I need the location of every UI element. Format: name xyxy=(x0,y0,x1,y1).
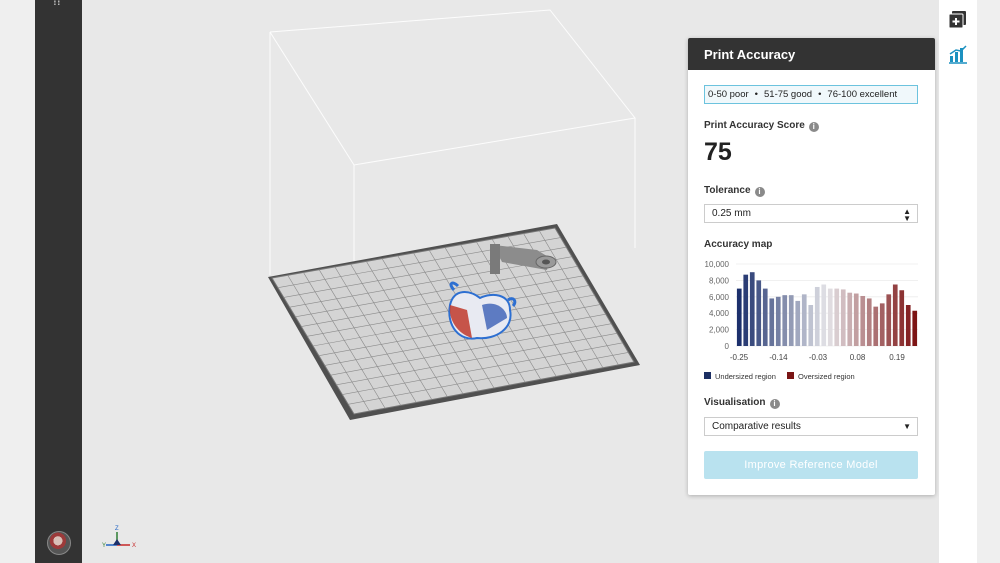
score-value: 75 xyxy=(704,138,732,166)
y-tick-label: 4,000 xyxy=(709,309,730,318)
stepper-icon[interactable]: ▲ ▼ xyxy=(903,208,911,223)
legend-undersized-label: Undersized region xyxy=(715,372,776,381)
legend-poor: 0-50 poor xyxy=(708,89,749,100)
histogram-bar xyxy=(756,280,762,346)
right-edge xyxy=(977,0,1000,563)
axis-z-label: Z xyxy=(115,526,119,532)
panel-title: Print Accuracy xyxy=(688,38,935,70)
avatar[interactable] xyxy=(47,531,71,555)
histogram-bar xyxy=(808,305,814,346)
visualisation-value: Comparative results xyxy=(712,421,801,432)
info-icon[interactable]: i xyxy=(754,187,765,197)
legend-separator: • xyxy=(754,89,758,100)
histogram-bar xyxy=(788,295,794,346)
histogram-bar xyxy=(801,294,807,346)
visualisation-label: Visualisation i xyxy=(704,397,780,409)
tolerance-value: 0.25 mm xyxy=(712,208,751,219)
histogram-bar xyxy=(873,306,879,346)
accuracy-map-label: Accuracy map xyxy=(704,239,773,250)
left-sidebar: ⁞⁞ xyxy=(35,0,82,563)
histogram-bar xyxy=(912,310,918,346)
right-toolbar xyxy=(939,0,977,563)
tolerance-select[interactable]: 0.25 mm ▲ ▼ xyxy=(704,204,918,223)
add-model-icon[interactable] xyxy=(947,8,969,30)
histogram-bar xyxy=(886,294,892,346)
histogram-bar xyxy=(821,284,827,346)
y-tick-label: 10,000 xyxy=(705,260,730,269)
histogram-bar xyxy=(749,272,755,346)
legend-undersized-swatch xyxy=(704,372,711,379)
legend-excellent: 76-100 excellent xyxy=(827,89,898,100)
axis-x-label: X xyxy=(132,543,136,549)
analytics-icon[interactable] xyxy=(947,43,969,65)
left-edge xyxy=(0,0,35,563)
info-icon[interactable]: i xyxy=(769,399,780,409)
axis-y-label: Y xyxy=(102,543,106,549)
histogram-bar xyxy=(814,286,820,346)
x-tick-label: -0.03 xyxy=(809,353,828,362)
accuracy-map-chart: 10,000 8,000 6,000 4,000 2,000 0 -0.25 -0.14 -0… xyxy=(704,260,918,381)
histogram-bar xyxy=(762,288,768,346)
histogram-bar xyxy=(866,298,872,346)
histogram-bar xyxy=(879,303,885,346)
y-tick-label: 8,000 xyxy=(709,276,730,285)
score-label: Print Accuracy Score i xyxy=(704,120,819,132)
histogram-bar xyxy=(899,290,905,346)
legend-separator: • xyxy=(818,89,822,100)
tolerance-label: Tolerance i xyxy=(704,185,765,197)
histogram-bar xyxy=(743,274,749,346)
legend-good: 51-75 good xyxy=(764,89,813,100)
histogram-bar xyxy=(840,289,846,346)
info-icon[interactable]: i xyxy=(808,122,819,132)
x-tick-label: 0.19 xyxy=(889,353,905,362)
histogram-bar xyxy=(905,305,911,346)
y-tick-label: 0 xyxy=(725,342,730,351)
histogram-bar xyxy=(834,288,840,346)
print-accuracy-panel: Print Accuracy 0-50 poor • 51-75 good • 76-1… xyxy=(688,38,935,495)
x-tick-label: -0.25 xyxy=(730,353,749,362)
histogram-bar xyxy=(795,300,801,346)
score-legend: 0-50 poor • 51-75 good • 76-100 excellent xyxy=(704,85,918,104)
improve-reference-model-button[interactable]: Improve Reference Model xyxy=(704,451,918,479)
histogram-bar xyxy=(782,295,788,346)
histogram-bar xyxy=(892,284,898,346)
chart-legend: Undersized region Oversized region xyxy=(704,372,855,381)
legend-oversized-label: Oversized region xyxy=(798,372,855,381)
y-tick-label: 6,000 xyxy=(709,293,730,302)
histogram-bar xyxy=(775,296,781,346)
visualisation-select[interactable]: Comparative results ▼ xyxy=(704,417,918,436)
histogram-bar xyxy=(860,295,866,346)
histogram-bar xyxy=(827,288,833,346)
menu-icon[interactable]: ⁞⁞ xyxy=(53,0,61,8)
histogram-bar xyxy=(853,293,859,346)
histogram-bar xyxy=(736,288,742,346)
axis-gizmo: Y X Z xyxy=(102,526,136,549)
x-tick-label: 0.08 xyxy=(850,353,866,362)
y-tick-label: 2,000 xyxy=(709,326,730,335)
histogram-bar xyxy=(847,292,853,346)
chevron-down-icon[interactable]: ▼ xyxy=(903,418,911,435)
x-tick-label: -0.14 xyxy=(769,353,788,362)
histogram-bar xyxy=(769,298,775,346)
legend-oversized-swatch xyxy=(787,372,794,379)
